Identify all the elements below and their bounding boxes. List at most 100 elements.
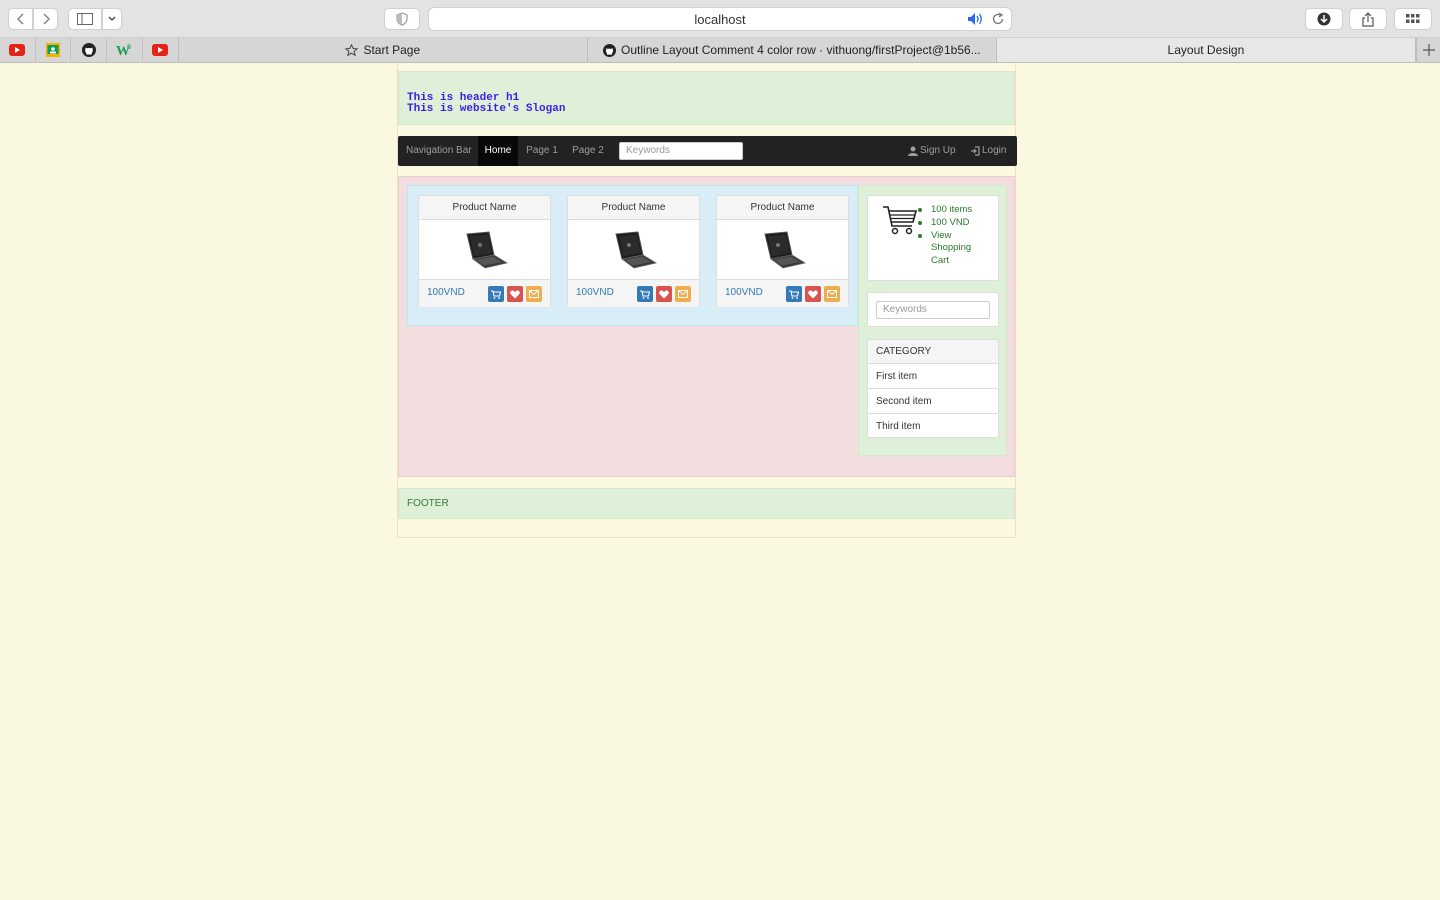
product-name[interactable]: Product Name bbox=[419, 196, 550, 220]
category-title: CATEGORY bbox=[868, 340, 998, 364]
cart-total: 100 VND bbox=[918, 216, 972, 230]
tab-overview-button[interactable] bbox=[1394, 8, 1432, 30]
view-cart-link[interactable]: View Shopping Cart bbox=[918, 230, 972, 268]
download-icon bbox=[1317, 12, 1331, 26]
tab-layout-design[interactable]: Layout Design bbox=[996, 38, 1417, 62]
nav-item-home[interactable]: Home bbox=[478, 136, 518, 166]
product-card: Product Name 100VND bbox=[418, 195, 551, 307]
sidebar-menu-button[interactable] bbox=[102, 8, 122, 30]
category-panel: CATEGORY First item Second item Third it… bbox=[867, 339, 999, 438]
share-icon bbox=[1362, 11, 1374, 27]
browser-toolbar: localhost bbox=[0, 0, 1440, 38]
plus-icon bbox=[1422, 44, 1435, 56]
product-card: Product Name 100VND bbox=[567, 195, 700, 307]
github-icon bbox=[603, 43, 617, 57]
envelope-icon bbox=[678, 290, 688, 298]
product-price: 100VND bbox=[576, 287, 614, 298]
add-to-cart-button[interactable] bbox=[637, 286, 653, 302]
w3schools-icon: W3 bbox=[116, 44, 131, 57]
laptop-image bbox=[614, 230, 657, 268]
chevron-right-icon bbox=[42, 13, 50, 25]
url-text: localhost bbox=[694, 11, 746, 27]
sidebar-icon bbox=[77, 13, 93, 25]
navbar-search-input[interactable]: Keywords bbox=[619, 142, 743, 160]
favorite-classroom[interactable] bbox=[36, 38, 72, 62]
speaker-icon[interactable] bbox=[967, 12, 985, 29]
share-button[interactable] bbox=[1349, 8, 1387, 30]
sidebar-search-panel: Keywords bbox=[867, 292, 999, 327]
signup-link[interactable]: Sign Up bbox=[908, 136, 956, 166]
favorite-youtube[interactable] bbox=[0, 38, 36, 62]
heart-icon bbox=[808, 290, 818, 298]
back-button[interactable] bbox=[8, 8, 33, 30]
favorite-button[interactable] bbox=[507, 286, 523, 302]
downloads-button[interactable] bbox=[1305, 8, 1343, 30]
product-list: Product Name 100VND Product Name 100VND … bbox=[407, 185, 858, 326]
category-item[interactable]: First item bbox=[868, 364, 998, 389]
chevron-left-icon bbox=[16, 13, 24, 25]
forward-button[interactable] bbox=[33, 8, 58, 30]
heart-icon bbox=[510, 290, 520, 298]
site-footer: FOOTER bbox=[398, 488, 1015, 519]
product-footer: 100VND bbox=[568, 279, 699, 307]
product-image[interactable] bbox=[419, 220, 550, 279]
svg-text:3: 3 bbox=[127, 44, 131, 51]
signup-label: Sign Up bbox=[920, 145, 956, 156]
sidebar-toggle-button[interactable] bbox=[68, 8, 102, 30]
cart-summary: 100 items 100 VND View Shopping Cart bbox=[918, 204, 972, 268]
shopping-cart-icon[interactable] bbox=[882, 204, 918, 236]
product-card: Product Name 100VND bbox=[716, 195, 849, 307]
sidebar-search-input[interactable]: Keywords bbox=[876, 301, 990, 319]
reload-icon[interactable] bbox=[991, 12, 1005, 29]
laptop-image bbox=[465, 230, 508, 268]
view-cart-word[interactable]: View bbox=[931, 230, 951, 241]
cart-icon bbox=[789, 289, 799, 299]
category-item[interactable]: Third item bbox=[868, 414, 998, 439]
favorite-button[interactable] bbox=[805, 286, 821, 302]
navigation-bar: Navigation Bar Home Page 1 Page 2 Keywor… bbox=[398, 136, 1017, 166]
email-button[interactable] bbox=[675, 286, 691, 302]
nav-item-page-2[interactable]: Page 2 bbox=[568, 136, 608, 166]
chevron-down-icon bbox=[108, 16, 116, 21]
github-icon bbox=[81, 43, 96, 57]
favorite-button[interactable] bbox=[656, 286, 672, 302]
login-link[interactable]: Login bbox=[970, 136, 1006, 166]
favorite-github[interactable] bbox=[71, 38, 108, 62]
cart-item-count: 100 items bbox=[918, 204, 972, 217]
star-icon bbox=[345, 43, 359, 56]
shield-icon bbox=[396, 12, 408, 26]
tab-label: Layout Design bbox=[1167, 43, 1245, 57]
laptop-image bbox=[763, 230, 806, 268]
product-price: 100VND bbox=[725, 287, 763, 298]
nav-item-page-1[interactable]: Page 1 bbox=[522, 136, 562, 166]
navbar-brand[interactable]: Navigation Bar bbox=[406, 136, 472, 166]
tab-github-commit[interactable]: Outline Layout Comment 4 color row · vit… bbox=[588, 38, 997, 62]
tab-bar: W3 Start Page Outline Layout Comment 4 c… bbox=[0, 38, 1440, 63]
add-to-cart-button[interactable] bbox=[488, 286, 504, 302]
tab-label: Outline Layout Comment 4 color row · vit… bbox=[621, 43, 981, 57]
product-name[interactable]: Product Name bbox=[568, 196, 699, 220]
cart-icon bbox=[491, 289, 501, 299]
category-item[interactable]: Second item bbox=[868, 389, 998, 414]
product-footer: 100VND bbox=[419, 279, 550, 307]
heart-icon bbox=[659, 290, 669, 298]
cart-panel: 100 items 100 VND View Shopping Cart bbox=[867, 195, 999, 281]
address-bar[interactable]: localhost bbox=[428, 7, 1012, 31]
privacy-button[interactable] bbox=[384, 8, 420, 30]
view-cart-word[interactable]: Cart bbox=[931, 255, 949, 266]
add-to-cart-button[interactable] bbox=[786, 286, 802, 302]
new-tab-button[interactable] bbox=[1416, 38, 1440, 62]
product-image[interactable] bbox=[717, 220, 848, 279]
product-image[interactable] bbox=[568, 220, 699, 279]
email-button[interactable] bbox=[824, 286, 840, 302]
view-cart-word[interactable]: Shopping bbox=[931, 242, 971, 253]
tab-start-page[interactable]: Start Page bbox=[179, 38, 589, 62]
youtube-icon bbox=[152, 44, 169, 56]
favorite-w3schools[interactable]: W3 bbox=[107, 38, 143, 62]
email-button[interactable] bbox=[526, 286, 542, 302]
header-slogan: This is website's Slogan bbox=[407, 103, 566, 115]
cart-total-text: 100 VND bbox=[931, 216, 970, 228]
product-name[interactable]: Product Name bbox=[717, 196, 848, 220]
favorite-youtube-2[interactable] bbox=[143, 38, 179, 62]
google-classroom-icon bbox=[46, 43, 61, 57]
